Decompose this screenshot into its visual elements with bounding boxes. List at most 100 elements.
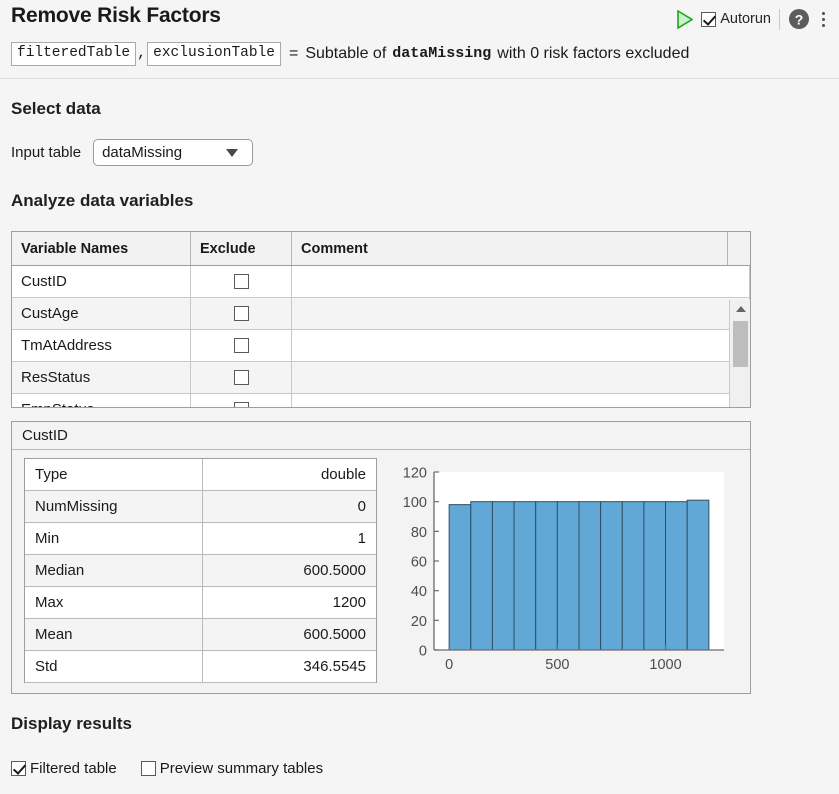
column-header-variable-names[interactable]: Variable Names [12, 232, 191, 265]
summary-statistics-table: Type double NumMissing 0 Min 1 Median 60… [24, 458, 377, 683]
svg-text:?: ? [795, 11, 804, 27]
table-row[interactable]: CustAge [12, 298, 750, 330]
exclude-cell[interactable] [191, 266, 292, 297]
comment-cell[interactable] [292, 394, 750, 408]
signature-text-before: Subtable of [305, 45, 386, 63]
header-divider [0, 78, 839, 79]
stat-key: Median [25, 555, 203, 586]
variable-name-cell: CustID [12, 266, 191, 297]
scroll-up-arrow-icon[interactable] [730, 300, 750, 317]
select-data-heading: Select data [11, 99, 101, 119]
table-row: Max 1200 [25, 587, 376, 619]
table-row: NumMissing 0 [25, 491, 376, 523]
exclude-checkbox[interactable] [234, 370, 249, 385]
live-task-panel: Remove Risk Factors Autorun ? [0, 0, 839, 794]
comment-cell[interactable] [292, 266, 750, 297]
svg-text:100: 100 [403, 495, 427, 511]
run-button[interactable] [671, 6, 699, 32]
stat-key: Min [25, 523, 203, 554]
table-row: Median 600.5000 [25, 555, 376, 587]
analyze-heading: Analyze data variables [11, 191, 193, 211]
autorun-check-box[interactable] [701, 12, 716, 27]
table-row[interactable]: EmpStatus [12, 394, 750, 408]
signature-text-after: with 0 risk factors excluded [497, 45, 689, 63]
exclude-cell[interactable] [191, 362, 292, 393]
help-question-icon: ? [787, 18, 811, 35]
stat-key: Std [25, 651, 203, 682]
input-table-row: Input table dataMissing [11, 139, 253, 166]
display-results-options: Filtered table Preview summary tables [11, 760, 323, 777]
svg-text:500: 500 [545, 657, 569, 673]
kebab-dot-2 [822, 18, 825, 21]
page-title: Remove Risk Factors [11, 4, 221, 28]
table-row[interactable]: ResStatus [12, 362, 750, 394]
display-results-heading: Display results [11, 714, 132, 734]
stat-key: NumMissing [25, 491, 203, 522]
variable-name-cell: CustAge [12, 298, 191, 329]
column-header-comment[interactable]: Comment [292, 232, 728, 265]
exclude-checkbox[interactable] [234, 338, 249, 353]
exclude-checkbox[interactable] [234, 306, 249, 321]
variables-table-header: Variable Names Exclude Comment [12, 232, 750, 266]
exclude-cell[interactable] [191, 394, 292, 408]
exclude-cell[interactable] [191, 298, 292, 329]
detail-panel-body: Type double NumMissing 0 Min 1 Median 60… [12, 450, 750, 693]
svg-text:80: 80 [411, 525, 427, 541]
autorun-label: Autorun [720, 11, 771, 27]
table-row: Std 346.5545 [25, 651, 376, 683]
signature-equals: = [289, 45, 298, 63]
variable-name-cell: TmAtAddress [12, 330, 191, 361]
input-table-dropdown[interactable]: dataMissing [93, 139, 253, 166]
output-argument-2[interactable]: exclusionTable [147, 42, 281, 66]
exclude-cell[interactable] [191, 330, 292, 361]
svg-text:0: 0 [419, 644, 427, 660]
variable-name-cell: EmpStatus [12, 394, 191, 408]
titlebar: Remove Risk Factors Autorun ? [0, 0, 839, 38]
stat-value: 0 [203, 491, 376, 522]
signature-variable: dataMissing [392, 45, 491, 62]
comment-cell[interactable] [292, 298, 750, 329]
svg-text:0: 0 [445, 657, 453, 673]
toolbar: Autorun ? [671, 6, 831, 32]
comment-cell[interactable] [292, 362, 750, 393]
scrollbar-thumb[interactable] [733, 321, 748, 367]
detail-panel-title: CustID [12, 422, 750, 450]
play-triangle-icon [677, 10, 693, 29]
input-table-label: Input table [11, 144, 81, 161]
filtered-table-checkbox[interactable]: Filtered table [11, 760, 117, 777]
stat-value: 1200 [203, 587, 376, 618]
exclude-checkbox[interactable] [234, 402, 249, 408]
svg-text:20: 20 [411, 614, 427, 630]
stat-value: 600.5000 [203, 619, 376, 650]
chevron-down-icon [226, 149, 238, 157]
column-header-spacer [728, 232, 750, 265]
preview-summary-label: Preview summary tables [160, 760, 323, 777]
output-signature: filteredTable , exclusionTable = Subtabl… [11, 41, 689, 66]
kebab-dot-1 [822, 12, 825, 15]
exclude-checkbox[interactable] [234, 274, 249, 289]
table-row[interactable]: CustID [12, 266, 750, 298]
help-button[interactable]: ? [787, 7, 811, 31]
kebab-dot-3 [822, 24, 825, 27]
preview-summary-tables-checkbox[interactable]: Preview summary tables [141, 760, 323, 777]
output-argument-1[interactable]: filteredTable [11, 42, 136, 66]
variables-table-body: CustID CustAge TmAtAddress ResStatus [12, 266, 750, 408]
svg-text:1000: 1000 [649, 657, 681, 673]
table-row[interactable]: TmAtAddress [12, 330, 750, 362]
autorun-checkbox[interactable]: Autorun [699, 11, 777, 27]
comment-cell[interactable] [292, 330, 750, 361]
filtered-table-check-box[interactable] [11, 761, 26, 776]
toolbar-divider [779, 9, 780, 30]
table-row: Type double [25, 459, 376, 491]
stat-key: Type [25, 459, 203, 490]
variables-table-scrollbar[interactable] [729, 300, 750, 408]
filtered-table-label: Filtered table [30, 760, 117, 777]
table-row: Mean 600.5000 [25, 619, 376, 651]
table-row: Min 1 [25, 523, 376, 555]
stat-value: 1 [203, 523, 376, 554]
preview-summary-check-box[interactable] [141, 761, 156, 776]
column-header-exclude[interactable]: Exclude [191, 232, 292, 265]
variable-name-cell: ResStatus [12, 362, 191, 393]
more-options-button[interactable] [815, 7, 831, 31]
signature-comma: , [136, 45, 147, 62]
